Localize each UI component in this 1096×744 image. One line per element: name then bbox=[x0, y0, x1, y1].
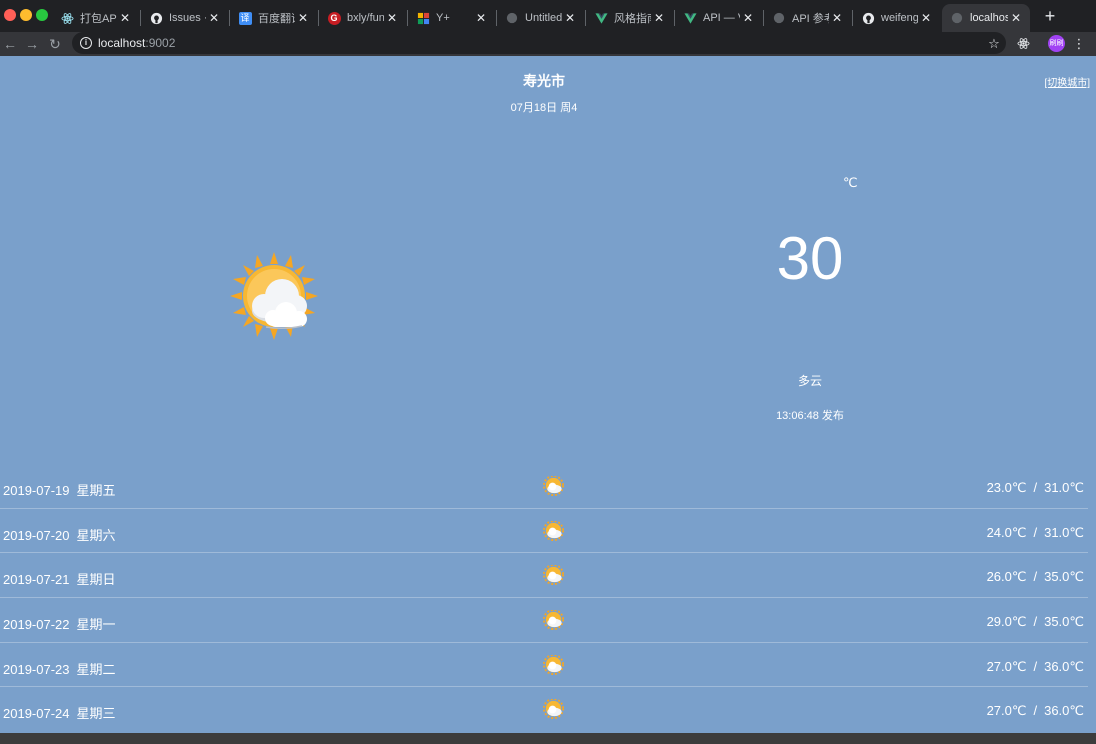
browser-tab-strip: 打包APK ✕ Issues · n ✕ 译 百度翻译 ✕ G bxly/fun… bbox=[0, 0, 1096, 32]
bookmark-star-icon[interactable]: ☆ bbox=[985, 34, 1003, 54]
fullscreen-window-button[interactable] bbox=[36, 9, 48, 21]
browser-tab[interactable]: 打包APK ✕ bbox=[52, 4, 139, 32]
forecast-date: 2019-07-22 星期一 bbox=[3, 617, 116, 633]
tab-title: Y+ bbox=[436, 12, 450, 24]
forecast-date: 2019-07-21 星期日 bbox=[3, 572, 116, 588]
weather-page: 寿光市 07月18日 周4 [切换城市] ℃ 30 多云 13:06:48 发布… bbox=[0, 56, 1096, 733]
browser-tab[interactable]: Issues · n ✕ bbox=[141, 4, 228, 32]
forecast-row: 2019-07-19 星期五 23.0℃/31.0℃ bbox=[0, 464, 1088, 509]
more-menu-icon[interactable]: ⋮ bbox=[1070, 34, 1088, 54]
profile-avatar[interactable]: 刷刷 bbox=[1048, 35, 1065, 52]
close-tab-icon[interactable]: ✕ bbox=[206, 11, 222, 25]
vue-icon bbox=[594, 11, 608, 25]
forecast-range: 27.0℃/36.0℃ bbox=[986, 703, 1084, 719]
tab-title: 打包APK bbox=[80, 13, 117, 25]
forecast-date: 2019-07-20 星期六 bbox=[3, 527, 116, 543]
city-name: 寿光市 bbox=[523, 73, 565, 89]
close-tab-icon[interactable]: ✕ bbox=[1008, 11, 1024, 25]
close-tab-icon[interactable]: ✕ bbox=[918, 11, 934, 25]
partly-cloudy-icon bbox=[543, 609, 564, 631]
reload-icon[interactable]: ↻ bbox=[45, 34, 65, 54]
forecast-range: 29.0℃/35.0℃ bbox=[986, 614, 1084, 630]
new-tab-button[interactable]: + bbox=[1040, 6, 1060, 26]
partly-cloudy-icon bbox=[543, 698, 564, 720]
close-tab-icon[interactable]: ✕ bbox=[740, 11, 756, 25]
partly-cloudy-icon bbox=[543, 519, 564, 542]
current-temperature: 30 bbox=[776, 225, 844, 292]
forecast-range: 27.0℃/36.0℃ bbox=[986, 658, 1084, 674]
temperature-unit: ℃ bbox=[843, 175, 858, 190]
partly-cloudy-icon bbox=[228, 250, 320, 342]
grid-icon bbox=[416, 11, 430, 25]
vue-icon bbox=[683, 11, 697, 25]
close-window-button[interactable] bbox=[4, 9, 16, 21]
forecast-range: 23.0℃/31.0℃ bbox=[986, 480, 1084, 495]
browser-tab[interactable]: Y+ ✕ bbox=[408, 4, 495, 32]
forecast-range: 24.0℃/31.0℃ bbox=[986, 524, 1084, 540]
close-tab-icon[interactable]: ✕ bbox=[562, 11, 578, 25]
forecast-list: 2019-07-19 星期五 23.0℃/31.0℃ 2019-07-20 星期六 … bbox=[0, 464, 1088, 732]
tab-title: Untitled D bbox=[525, 12, 562, 24]
browser-tab-active[interactable]: localhost ✕ bbox=[942, 4, 1030, 32]
publish-time: 13:06:48 发布 bbox=[776, 410, 844, 422]
baidu-translate-icon: 译 bbox=[238, 11, 252, 25]
browser-tab[interactable]: 风格指南 - ✕ bbox=[586, 4, 673, 32]
tab-title: localhost bbox=[970, 12, 1008, 24]
site-info-icon[interactable]: i bbox=[80, 37, 92, 49]
address-bar[interactable]: i localhost:9002 bbox=[72, 32, 1006, 54]
browser-tab[interactable]: G bxly/fun_c ✕ bbox=[319, 4, 406, 32]
partly-cloudy-icon bbox=[543, 564, 564, 586]
switch-city-link[interactable]: [切换城市] bbox=[1044, 74, 1090, 89]
globe-icon bbox=[772, 11, 786, 25]
close-tab-icon[interactable]: ✕ bbox=[473, 11, 489, 25]
forecast-row: 2019-07-22 星期一 29.0℃/35.0℃ bbox=[0, 598, 1088, 643]
tab-title: 百度翻译 bbox=[258, 13, 295, 25]
close-tab-icon[interactable]: ✕ bbox=[829, 11, 845, 25]
close-tab-icon[interactable]: ✕ bbox=[384, 11, 400, 25]
address-url: localhost:9002 bbox=[98, 36, 176, 50]
github-icon bbox=[149, 11, 163, 25]
forecast-date: 2019-07-19 星期五 bbox=[3, 483, 116, 498]
forecast-row: 2019-07-21 星期日 26.0℃/35.0℃ bbox=[0, 553, 1088, 599]
gitee-icon: G bbox=[327, 11, 341, 25]
globe-icon bbox=[505, 11, 519, 25]
window-bottom-edge bbox=[0, 733, 1096, 744]
browser-toolbar: ← → ↻ i localhost:9002 ☆ 刷刷 ⋮ bbox=[0, 32, 1096, 56]
browser-tab[interactable]: weifengz ✕ bbox=[853, 4, 940, 32]
forecast-date: 2019-07-23 星期二 bbox=[3, 661, 116, 677]
close-tab-icon[interactable]: ✕ bbox=[295, 11, 311, 25]
forecast-row: 2019-07-20 星期六 24.0℃/31.0℃ bbox=[0, 509, 1088, 554]
minimize-window-button[interactable] bbox=[20, 9, 32, 21]
browser-tab[interactable]: API — Vue ✕ bbox=[675, 4, 762, 32]
tab-title: 风格指南 - bbox=[614, 13, 651, 25]
browser-tab[interactable]: 译 百度翻译 ✕ bbox=[230, 4, 317, 32]
github-icon bbox=[861, 11, 875, 25]
browser-tab[interactable]: Untitled D ✕ bbox=[497, 4, 584, 32]
browser-tab[interactable]: API 参考 | ✕ bbox=[764, 4, 851, 32]
tab-title: weifengz bbox=[881, 12, 918, 24]
tab-title: API — Vue bbox=[703, 12, 740, 24]
close-tab-icon[interactable]: ✕ bbox=[651, 11, 667, 25]
globe-icon bbox=[950, 11, 964, 25]
electron-icon bbox=[60, 11, 74, 25]
weather-condition: 多云 bbox=[797, 374, 822, 388]
partly-cloudy-icon bbox=[543, 653, 564, 676]
forecast-date: 2019-07-24 星期三 bbox=[3, 706, 116, 722]
back-arrow-icon[interactable]: ← bbox=[0, 34, 20, 54]
forecast-row: 2019-07-24 星期三 27.0℃/36.0℃ bbox=[0, 687, 1088, 732]
close-tab-icon[interactable]: ✕ bbox=[117, 11, 133, 25]
forecast-row: 2019-07-23 星期二 27.0℃/36.0℃ bbox=[0, 643, 1088, 688]
current-date: 07月18日 周4 bbox=[510, 102, 578, 114]
react-devtools-icon[interactable] bbox=[1014, 34, 1032, 54]
partly-cloudy-icon bbox=[543, 475, 564, 497]
tab-title: API 参考 | bbox=[792, 13, 829, 25]
tab-title: Issues · n bbox=[169, 12, 206, 24]
forward-arrow-icon[interactable]: → bbox=[22, 34, 42, 54]
forecast-range: 26.0℃/35.0℃ bbox=[986, 569, 1084, 585]
tab-title: bxly/fun_c bbox=[347, 12, 384, 24]
